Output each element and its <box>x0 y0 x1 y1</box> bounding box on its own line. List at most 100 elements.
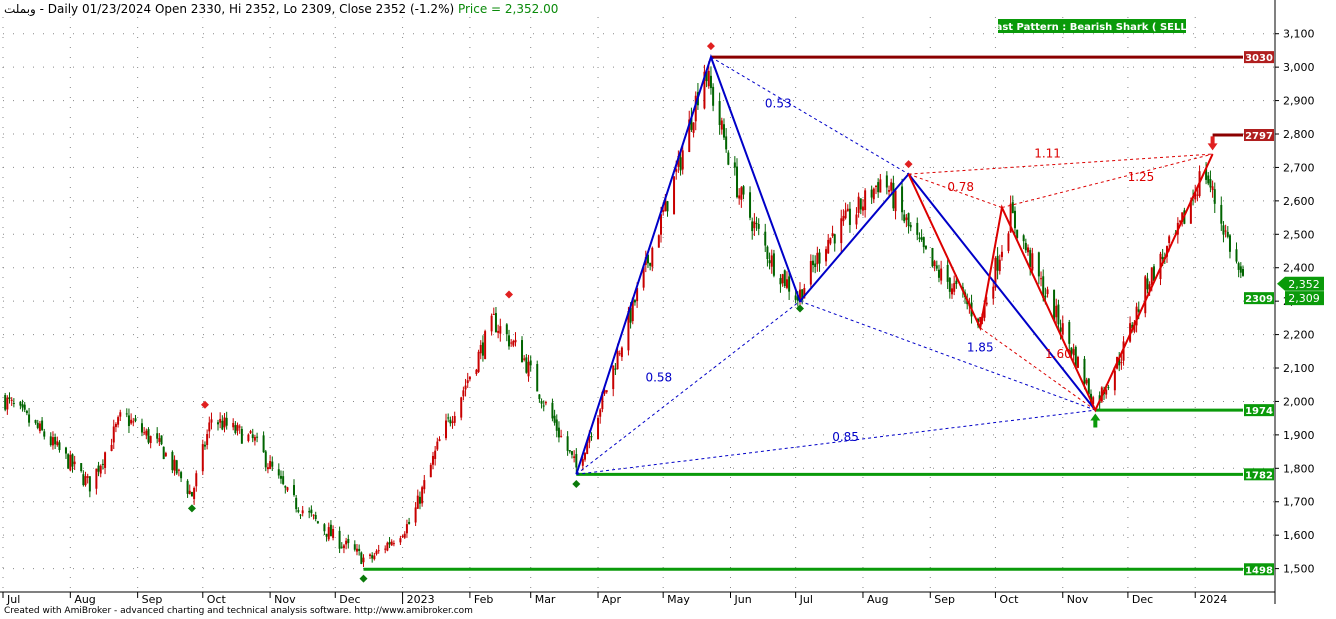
candle-body <box>342 545 345 549</box>
candle-body <box>186 480 189 494</box>
candle-body <box>933 261 936 267</box>
candle-body <box>160 435 163 445</box>
candle-body <box>681 150 684 170</box>
candle-body <box>712 86 715 106</box>
quote-info: - Daily 01/23/2024 Open 2330, Hi 2352, L… <box>35 2 458 16</box>
candle-body <box>355 548 358 552</box>
candle-body <box>855 214 858 225</box>
candle-body <box>247 434 250 441</box>
candle-body <box>112 426 115 443</box>
symbol-name: وبملت <box>4 2 36 16</box>
candle-body <box>507 335 510 347</box>
candle-body <box>872 188 875 200</box>
candle-body <box>996 255 999 271</box>
candle-body <box>529 360 532 366</box>
candle-body <box>475 369 478 375</box>
candle-body <box>1239 266 1242 273</box>
y-tick-label: 1,500 <box>1283 563 1315 576</box>
candle-body <box>544 402 547 404</box>
candle-body <box>325 533 328 537</box>
candle-body <box>56 441 59 446</box>
candle-body <box>210 419 213 423</box>
y-tick-label: 2,700 <box>1283 161 1315 174</box>
candle-body <box>401 536 404 538</box>
x-tick-label: Dec <box>1132 593 1153 606</box>
candle-body <box>560 435 563 437</box>
candle-body <box>134 418 137 421</box>
candle-body <box>825 249 828 262</box>
candle-body <box>781 274 784 284</box>
candle-body <box>481 342 484 356</box>
candle-body <box>903 214 906 222</box>
candle-body <box>1107 387 1110 389</box>
candle-body <box>173 459 176 471</box>
candle-body <box>818 252 821 264</box>
candle-body <box>666 201 669 212</box>
candle-body <box>49 436 52 446</box>
candle-body <box>1207 175 1210 184</box>
candle-body <box>145 430 148 436</box>
annotation: Last Pattern : Bearish Shark ( SELL ) <box>989 19 1195 33</box>
candle-body <box>1120 362 1123 364</box>
candle-body <box>99 465 102 474</box>
candle-body <box>1044 295 1047 298</box>
candle-body <box>783 270 786 287</box>
candle-body <box>618 353 621 355</box>
candle-body <box>449 419 452 424</box>
candle-body <box>104 452 107 468</box>
candle-body <box>751 221 754 232</box>
candle-body <box>97 465 100 472</box>
candle-body <box>1161 256 1164 259</box>
candle-body <box>362 557 365 563</box>
candle-body <box>88 476 91 492</box>
candle-body <box>36 422 39 428</box>
candle-body <box>466 380 469 384</box>
candle-body <box>901 186 904 213</box>
candle-body <box>1168 236 1171 243</box>
candle-body <box>1022 235 1025 242</box>
candle-body <box>23 404 26 410</box>
candle-body <box>58 442 61 451</box>
blue-pattern-ratio-label: 0.85 <box>832 430 859 444</box>
candle-body <box>738 195 741 199</box>
candle-body <box>19 401 22 406</box>
candle-body <box>1055 305 1058 318</box>
candle-body <box>583 452 586 460</box>
candle-body <box>188 490 191 495</box>
candle-body <box>73 461 76 465</box>
candle-body <box>1087 378 1090 395</box>
candle-body <box>262 435 265 453</box>
candle-body <box>203 444 206 447</box>
candle-body <box>757 224 760 229</box>
candle-body <box>195 473 198 487</box>
candle-body <box>829 237 832 244</box>
candle-body <box>894 190 897 212</box>
candle-body <box>64 447 67 454</box>
candle-body <box>794 295 797 300</box>
candle-body <box>1031 253 1034 271</box>
candle-body <box>373 555 376 560</box>
candle-body <box>295 497 298 510</box>
y-tick-label: 2,400 <box>1283 262 1315 275</box>
candle-body <box>1220 204 1223 224</box>
candle-body <box>405 524 408 534</box>
candle-body <box>436 441 439 450</box>
candle-body <box>232 422 235 428</box>
candle-body <box>71 454 74 467</box>
candle-body <box>831 233 834 237</box>
candle-body <box>264 451 267 468</box>
level-badge-text: 2309 <box>1245 294 1273 305</box>
candle-body <box>573 456 576 459</box>
candle-body <box>95 468 98 489</box>
candle-body <box>946 264 949 282</box>
candle-body <box>920 237 923 240</box>
y-tick-label: 2,900 <box>1283 95 1315 108</box>
red-pattern-ratio-label: 1.60 <box>1045 347 1072 361</box>
x-tick-label: Feb <box>474 593 493 606</box>
candle-body <box>566 436 569 451</box>
candle-body <box>399 538 402 543</box>
candle-body <box>38 423 41 432</box>
candle-body <box>931 247 934 267</box>
candle-body <box>67 454 70 469</box>
candle-body <box>816 252 819 265</box>
